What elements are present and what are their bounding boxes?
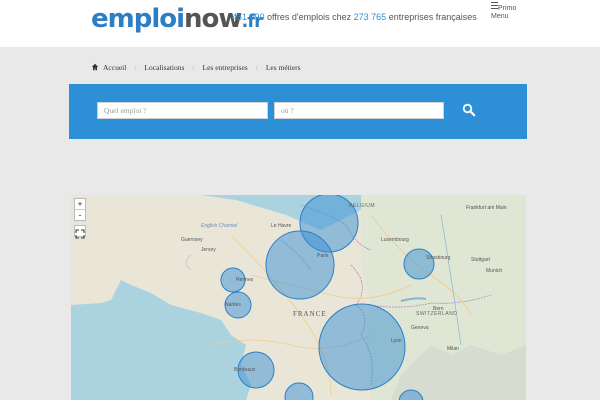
jobs-count: 451 090 <box>232 12 265 22</box>
site-stats: 451 090 offres d'emplois chez 273 765 en… <box>232 12 477 22</box>
location-search-input[interactable]: où ? <box>274 102 444 119</box>
menu-label-top: Primo <box>498 5 517 12</box>
label-bern: Bern <box>433 306 444 312</box>
bubble-toulouse[interactable] <box>284 382 314 400</box>
bubble-nice[interactable] <box>398 389 424 400</box>
jobs-map[interactable]: FRANCE BELGIUM SWITZERLAND English Chann… <box>71 195 526 400</box>
label-rennes: Rennes <box>236 277 254 283</box>
label-france: FRANCE <box>293 310 327 318</box>
zoom-in-button[interactable]: + <box>75 199 85 209</box>
breadcrumb-item-home[interactable]: Accueil / <box>91 63 136 72</box>
site-header: emploinow.fr 451 090 offres d'emplois ch… <box>0 0 600 47</box>
label-english-channel: English Channel <box>201 223 238 229</box>
search-bar: Quel emploi ? où ? <box>69 84 527 139</box>
label-jersey: Jersey <box>201 247 216 253</box>
menu-label-bottom: Menu <box>491 13 509 20</box>
label-belgium: BELGIUM <box>349 203 376 209</box>
label-stuttgart: Stuttgart <box>471 257 490 263</box>
job-search-input[interactable]: Quel emploi ? <box>97 102 268 119</box>
breadcrumb-item-entreprises[interactable]: Les entreprises / <box>203 63 258 72</box>
jobs-text: offres d'emplois chez <box>264 12 354 22</box>
companies-text: entreprises françaises <box>386 12 477 22</box>
bubble-lyon[interactable] <box>318 303 406 391</box>
fullscreen-button[interactable] <box>74 225 86 239</box>
label-guernsey: Guernsey <box>181 237 203 243</box>
label-bordeaux: Bordeaux <box>234 367 256 373</box>
fullscreen-icon <box>75 229 85 239</box>
zoom-control: + - <box>74 198 86 221</box>
label-frankfurt: Frankfurt am Main <box>466 205 507 211</box>
menu-button[interactable]: Primo Menu <box>491 2 521 21</box>
label-strasbourg: Strasbourg <box>426 255 451 261</box>
label-paris: Paris <box>317 253 329 259</box>
label-lyon: Lyon <box>391 338 402 344</box>
breadcrumb: Accueil / Localisations / Les entreprise… <box>91 60 309 74</box>
label-milan: Milan <box>447 346 459 352</box>
label-nantes: Nantes <box>225 302 241 308</box>
companies-count: 273 765 <box>353 12 387 22</box>
label-munich: Munich <box>486 268 503 274</box>
search-icon[interactable] <box>462 103 476 117</box>
hamburger-icon <box>491 2 498 9</box>
job-density-bubbles <box>220 195 435 400</box>
bubble-paris[interactable] <box>265 230 335 300</box>
label-le-havre: Le Havre <box>271 223 292 229</box>
label-geneva: Geneva <box>411 325 429 331</box>
zoom-out-button[interactable]: - <box>75 209 85 220</box>
home-icon <box>91 63 99 71</box>
breadcrumb-item-metiers[interactable]: Les métiers <box>266 63 301 72</box>
bubble-strasbourg[interactable] <box>403 248 435 280</box>
label-luxembourg: Luxembourg <box>381 237 409 243</box>
breadcrumb-item-localisations[interactable]: Localisations / <box>144 63 194 72</box>
